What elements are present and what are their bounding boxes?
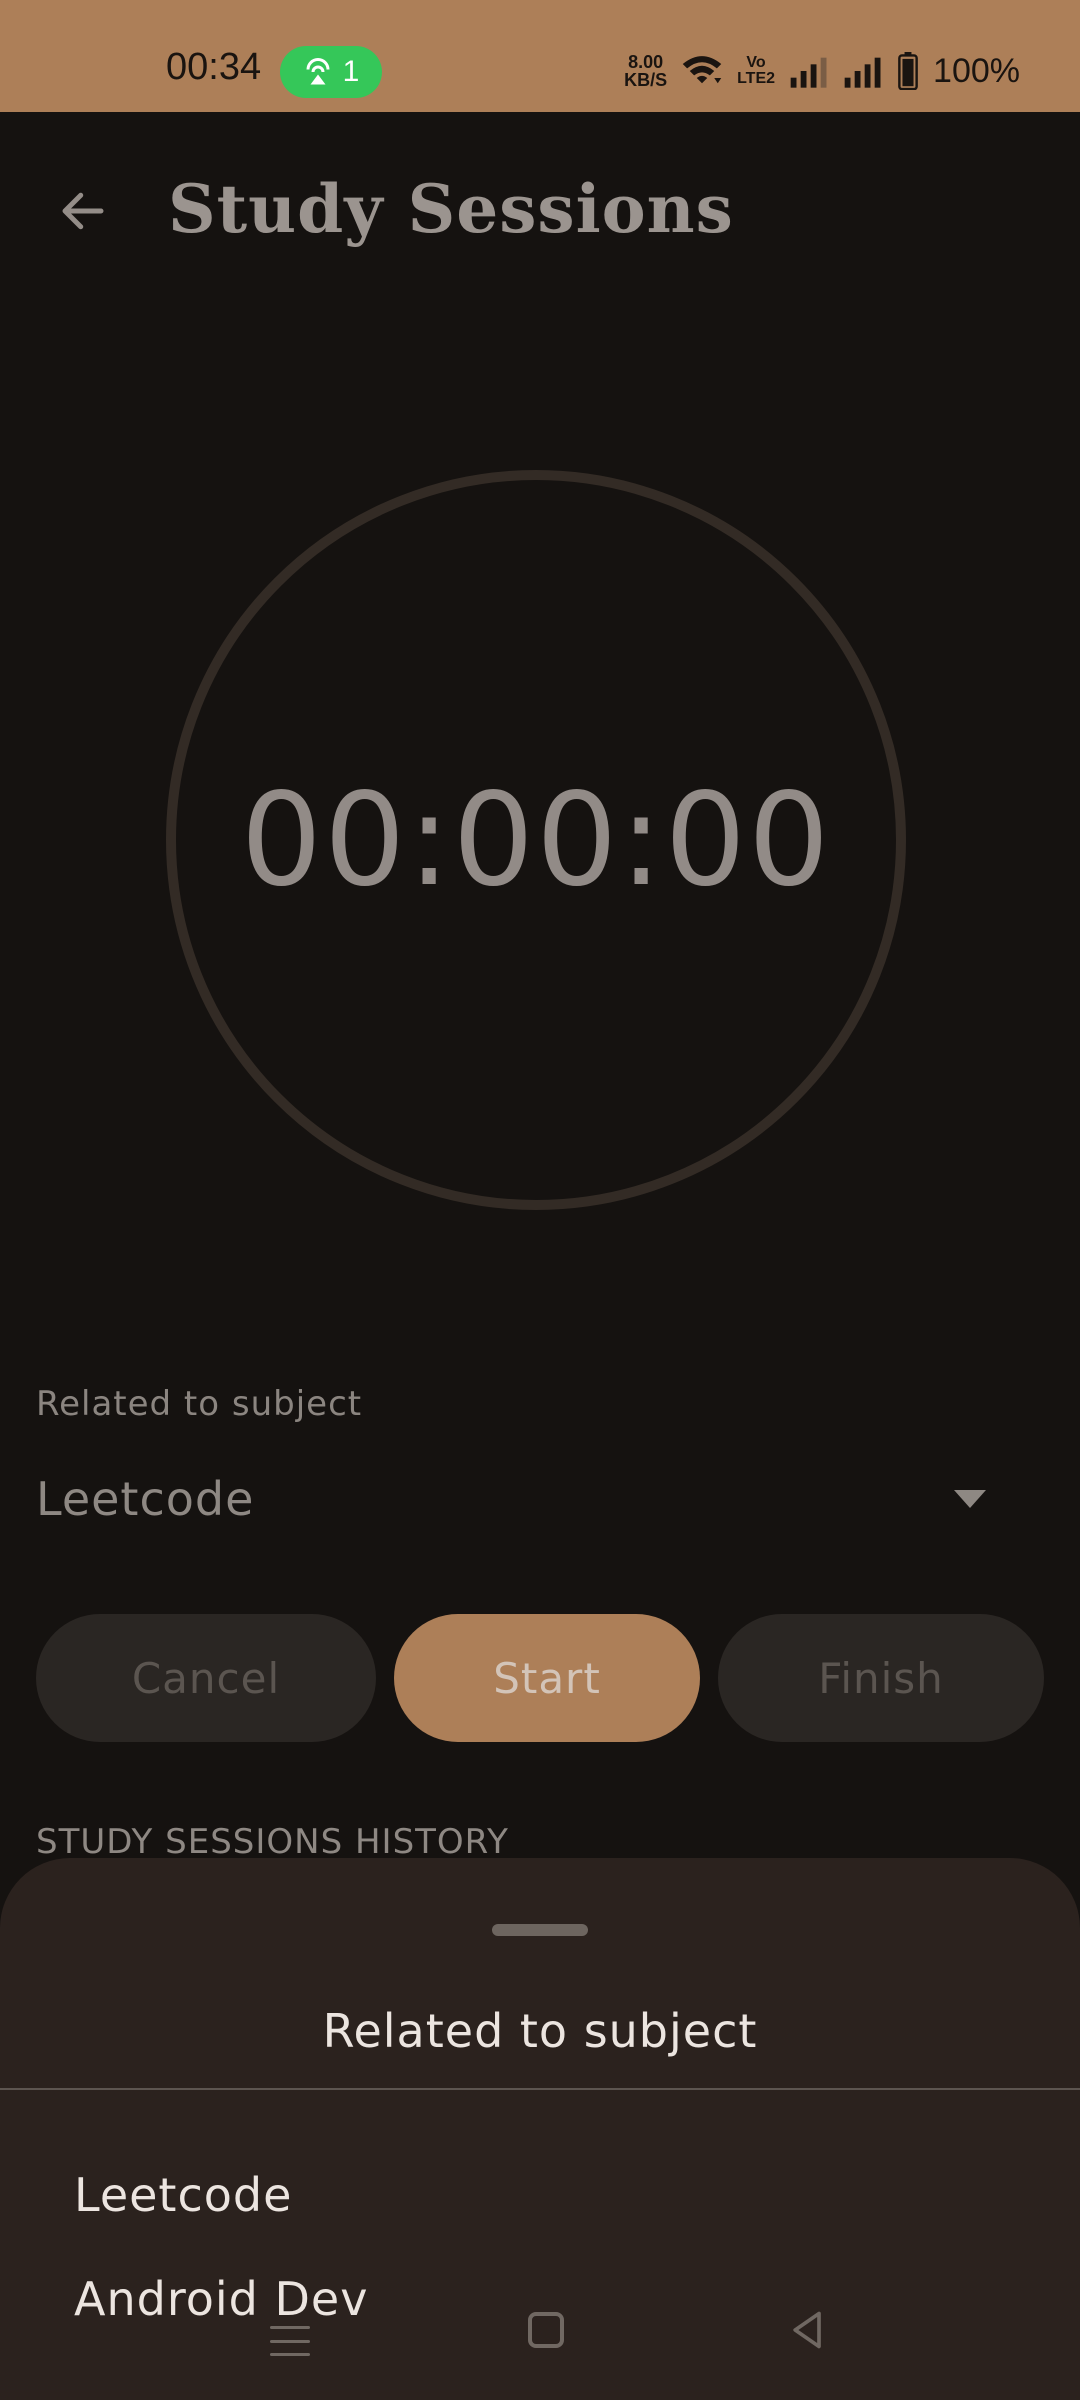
back-button[interactable] (46, 174, 120, 248)
status-icons: 8.00 KB/S Vo LTE2 100% (624, 46, 1020, 96)
signal-icon (844, 57, 881, 88)
wifi-icon (682, 56, 722, 84)
dropdown-arrow-icon[interactable] (954, 1490, 986, 1508)
volte-line1: Vo (746, 54, 766, 71)
status-bar: 00:34 1 8.00 KB/S Vo LTE2 100% (0, 0, 1080, 112)
arrow-left-icon (62, 192, 104, 230)
hotspot-count: 1 (342, 55, 360, 88)
network-speed-value: 8.00 (628, 52, 664, 72)
volte-indicator: Vo LTE2 (737, 55, 775, 87)
subject-dropdown[interactable]: Leetcode (36, 1472, 254, 1526)
subject-option[interactable]: Leetcode (74, 2168, 292, 2222)
top-app-bar: Study Sessions (0, 112, 1080, 308)
subject-label: Related to subject (36, 1384, 363, 1424)
battery-icon (898, 52, 918, 90)
volte-line2: LTE2 (737, 70, 776, 87)
history-label: STUDY SESSIONS HISTORY (36, 1822, 509, 1862)
divider (0, 2088, 1080, 2090)
recents-menu-icon[interactable] (270, 2326, 310, 2356)
back-triangle-icon[interactable] (786, 2308, 830, 2352)
cancel-button[interactable]: Cancel (36, 1614, 376, 1742)
status-time: 00:34 (166, 46, 262, 88)
hotspot-icon (306, 58, 330, 85)
start-button[interactable]: Start (394, 1614, 700, 1742)
navigation-bar (0, 2290, 1080, 2400)
finish-button[interactable]: Finish (718, 1614, 1044, 1742)
timer-display: 00:00:00 (240, 765, 832, 915)
hotspot-indicator[interactable]: 1 (280, 46, 382, 98)
battery-percent: 100% (933, 51, 1020, 90)
sheet-title: Related to subject (322, 2004, 758, 2058)
home-square-icon[interactable] (528, 2312, 564, 2348)
signal-icon (790, 57, 827, 88)
network-speed-unit: KB/S (624, 70, 668, 90)
drag-handle[interactable] (492, 1924, 588, 1936)
page-title: Study Sessions (168, 170, 734, 248)
network-speed: 8.00 KB/S (624, 53, 667, 89)
